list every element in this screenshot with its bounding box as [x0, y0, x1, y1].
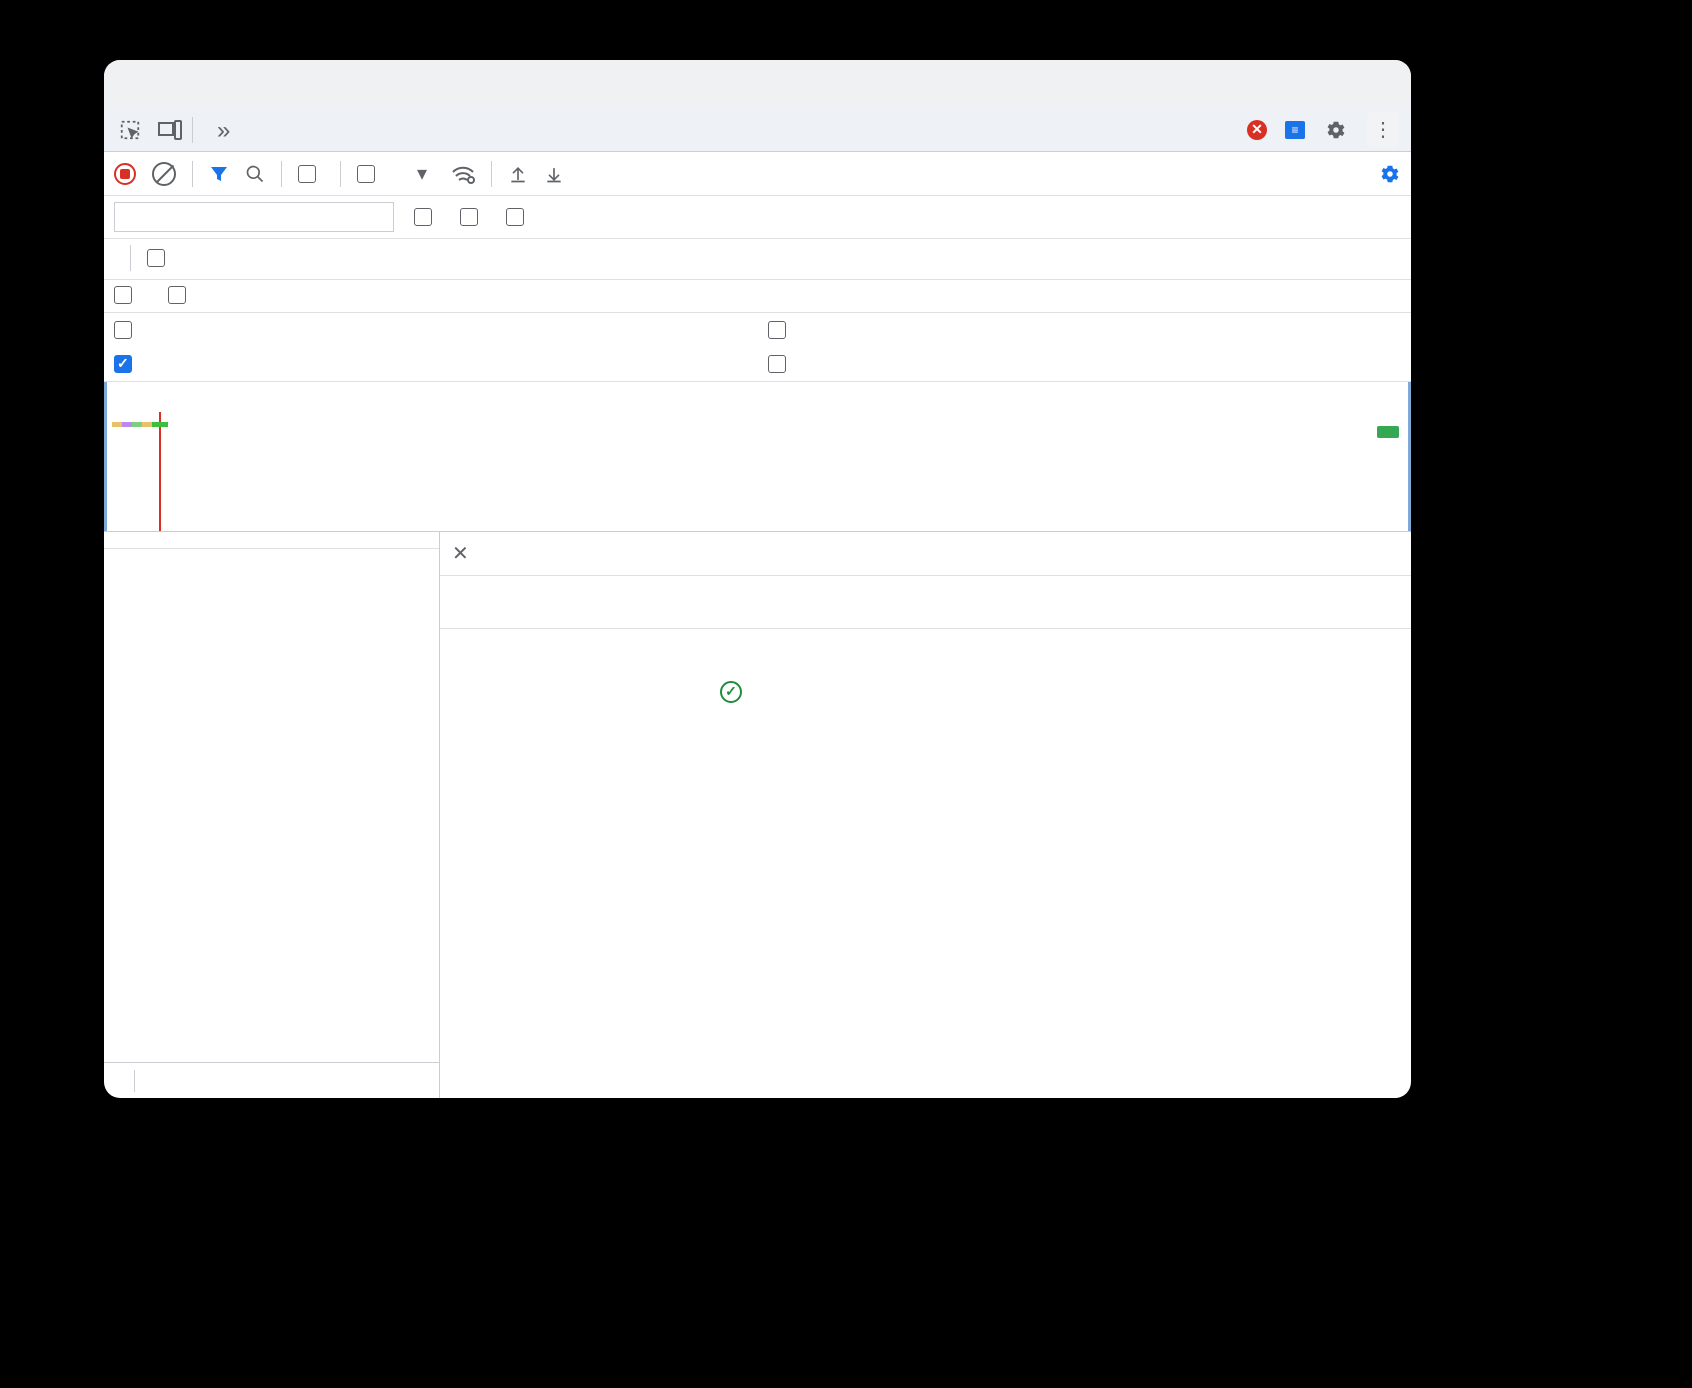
group-by-frame-checkbox[interactable]	[768, 321, 794, 339]
record-button[interactable]	[114, 163, 136, 185]
result-tokens-row	[480, 713, 1371, 733]
checkbox-icon	[114, 321, 132, 339]
inspect-icon[interactable]	[112, 119, 148, 141]
checkbox-icon	[114, 286, 132, 304]
overview-timeline[interactable]	[104, 382, 1411, 532]
detail-tabs: ✕	[440, 532, 1411, 576]
separator	[134, 1070, 135, 1092]
separator	[130, 245, 131, 271]
separator	[192, 117, 193, 143]
filter-toggle-icon[interactable]	[209, 164, 229, 184]
filter-bar	[104, 196, 1411, 239]
detail-pane: ✕ ✓	[440, 532, 1411, 1098]
type-filter-chips	[104, 239, 1411, 280]
blocked-requests-checkbox[interactable]	[114, 286, 140, 304]
settings-icon[interactable]	[1325, 119, 1363, 141]
network-conditions-icon[interactable]	[451, 164, 475, 184]
kebab-menu-icon[interactable]: ⋮	[1367, 112, 1399, 148]
close-icon[interactable]	[122, 76, 139, 93]
chevron-down-icon: ▾	[417, 161, 427, 186]
titlebar	[104, 60, 1411, 108]
main-tabs: » ✕ ≡ ⋮	[104, 108, 1411, 152]
result-section: ✓	[440, 629, 1411, 737]
split-pane: ✕ ✓	[104, 532, 1411, 1098]
throttling-select[interactable]: ▾	[399, 161, 435, 186]
checkbox-icon	[298, 165, 316, 183]
blocked-row	[104, 280, 1411, 313]
network-settings-icon[interactable]	[1379, 163, 1401, 185]
result-status-row: ✓	[480, 665, 1371, 713]
checkbox-icon	[414, 208, 432, 226]
checkbox-icon	[460, 208, 478, 226]
checkbox-icon	[147, 249, 165, 267]
timing-segment	[1377, 426, 1399, 438]
options-grid	[104, 313, 1411, 382]
checkbox-icon	[506, 208, 524, 226]
checkbox-icon	[168, 286, 186, 304]
device-icon[interactable]	[152, 120, 188, 140]
status-bar	[104, 1062, 439, 1098]
maximize-icon[interactable]	[178, 76, 195, 93]
success-icon: ✓	[720, 681, 742, 703]
devtools-window: » ✕ ≡ ⋮	[104, 60, 1411, 1098]
blocked-cookies-checkbox[interactable]	[147, 249, 173, 267]
third-party-checkbox[interactable]	[168, 286, 194, 304]
screenshots-checkbox[interactable]	[768, 355, 794, 373]
upload-icon[interactable]	[508, 164, 528, 184]
search-icon[interactable]	[245, 164, 265, 184]
message-badge[interactable]: ≡	[1285, 121, 1309, 139]
checkbox-icon	[114, 355, 132, 373]
timing-marks	[112, 422, 168, 427]
invert-checkbox[interactable]	[414, 208, 440, 226]
separator	[281, 161, 282, 187]
minimize-icon[interactable]	[150, 76, 167, 93]
range-handle-left[interactable]	[104, 382, 107, 531]
parameters-section	[440, 576, 1411, 616]
overview-checkbox[interactable]	[114, 355, 140, 373]
hide-data-urls-checkbox[interactable]	[460, 208, 486, 226]
download-icon[interactable]	[544, 164, 564, 184]
checkbox-icon	[768, 355, 786, 373]
error-icon: ✕	[1247, 120, 1267, 140]
error-badge[interactable]: ✕	[1247, 120, 1271, 140]
request-list	[104, 532, 440, 1098]
range-handle-right[interactable]	[1408, 382, 1411, 531]
status-key	[480, 675, 720, 703]
checkbox-icon	[357, 165, 375, 183]
more-tabs-icon[interactable]: »	[201, 107, 246, 153]
filter-input[interactable]	[114, 202, 394, 232]
big-rows-checkbox[interactable]	[114, 321, 140, 339]
message-icon: ≡	[1285, 121, 1305, 139]
hide-ext-urls-checkbox[interactable]	[506, 208, 532, 226]
status-value: ✓	[720, 675, 750, 703]
preserve-log-checkbox[interactable]	[298, 165, 324, 183]
load-marker	[159, 412, 161, 531]
request-list-header[interactable]	[104, 532, 439, 549]
close-detail-icon[interactable]: ✕	[452, 541, 476, 566]
separator	[340, 161, 341, 187]
window-controls	[122, 76, 195, 93]
disable-cache-checkbox[interactable]	[357, 165, 383, 183]
network-toolbar: ▾	[104, 152, 1411, 196]
separator	[491, 161, 492, 187]
clear-button[interactable]	[152, 162, 176, 186]
separator	[192, 161, 193, 187]
checkbox-icon	[768, 321, 786, 339]
